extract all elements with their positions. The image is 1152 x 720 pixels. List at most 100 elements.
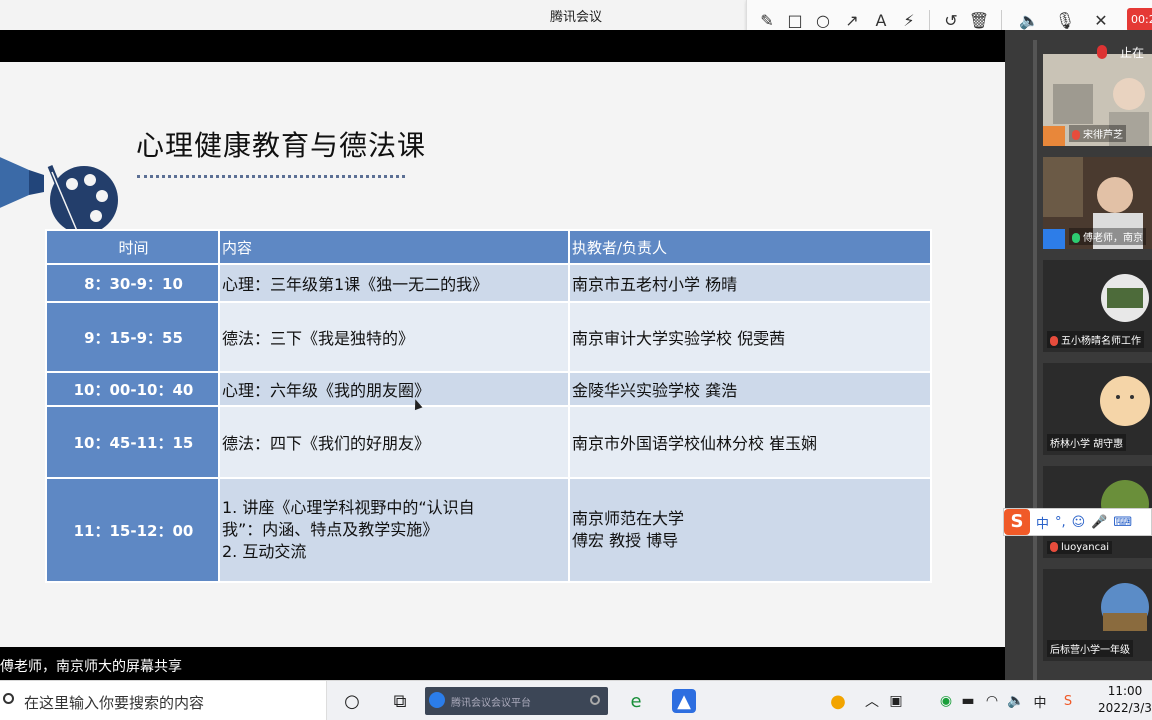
taskbar: 在这里输入你要搜索的内容 ○ ⧉ 腾讯会议会议平台 e ▲ ● ︿ ▣ ◉ ▬ … (0, 680, 1152, 720)
share-banner-text: 傅老师，南京师大的屏幕共享 (0, 659, 182, 675)
table-row: 11：15-12：00 1. 讲座《心理学科视野中的“认识自 我”：内涵、特点及… (45, 477, 932, 583)
screen-share-banner: 傅老师，南京师大的屏幕共享 (0, 647, 1005, 680)
content-cell: 德法：四下《我们的好朋友》 (218, 405, 570, 479)
participant-name: 桥林小学 胡守惠 (1047, 434, 1127, 451)
table-row: 9：15-9：55 德法：三下《我是独特的》 南京审计大学实验学校 倪雯茜 (45, 301, 932, 373)
circle-icon[interactable]: ○ (811, 8, 835, 32)
volume-icon[interactable]: 🔈 (1004, 689, 1028, 713)
rectangle-icon[interactable]: □ (783, 8, 807, 32)
mic-muted-icon (1072, 130, 1080, 140)
magic-wand-icon[interactable]: ⚡ (897, 8, 921, 32)
undo-icon[interactable]: ↺ (939, 8, 963, 32)
content-cell: 1. 讲座《心理学科视野中的“认识自 我”：内涵、特点及教学实施》 2. 互动交… (218, 477, 570, 583)
mic-muted-icon[interactable] (1097, 45, 1107, 59)
battery-icon[interactable]: ▬ (956, 689, 980, 713)
user-icon (1043, 229, 1065, 249)
teacher-cell: 金陵华兴实验学校 龚浩 (568, 371, 932, 407)
time-cell: 10：45-11：15 (45, 405, 220, 479)
time-cell: 8：30-9：10 (45, 263, 220, 303)
tencent-meeting-icon[interactable]: ▲ (672, 689, 696, 713)
security-tray-icon[interactable]: ◉ (934, 689, 958, 713)
table-row: 10：45-11：15 德法：四下《我们的好朋友》 南京市外国语学校仙林分校 崔… (45, 405, 932, 479)
taskbar-search[interactable]: 在这里输入你要搜索的内容 (0, 681, 327, 720)
participant-tile[interactable]: 桥林小学 胡守惠 (1043, 363, 1152, 455)
text-icon[interactable]: A (869, 8, 893, 32)
search-icon (590, 695, 600, 705)
participant-name: 五小杨晴名师工作 (1061, 336, 1141, 347)
punctuation-icon[interactable]: °, (1055, 515, 1066, 530)
close-icon[interactable]: ✕ (1089, 8, 1113, 32)
content-cell: 心理：六年级《我的朋友圈》 (218, 371, 570, 407)
header-time: 时间 (45, 229, 220, 265)
recording-timer[interactable]: 00:2 (1127, 8, 1152, 32)
speaker-icon[interactable]: 🔈 (1017, 8, 1041, 32)
time-cell: 11：15-12：00 (45, 477, 220, 583)
participant-name: 宋徘芦芝 (1083, 130, 1123, 141)
mic-muted-icon (1050, 542, 1058, 552)
browser-taskbar-app[interactable]: 腾讯会议会议平台 (425, 687, 608, 715)
share-top-strip (0, 30, 1005, 62)
emoji-icon[interactable]: ☺ (1072, 515, 1086, 530)
sogou-tray-icon[interactable]: S (1056, 689, 1080, 713)
browser-tab-title: 腾讯会议会议平台 (451, 698, 531, 709)
teacher-line: 南京师范在大学 (572, 509, 685, 528)
input-language-icon[interactable]: 中 (1028, 689, 1052, 713)
search-placeholder: 在这里输入你要搜索的内容 (24, 694, 205, 712)
system-clock[interactable]: 11:00 2022/3/3 (1098, 683, 1152, 717)
participant-tile[interactable]: 傅老师，南京 (1043, 157, 1152, 249)
participant-tile[interactable]: 五小杨晴名师工作 (1043, 260, 1152, 352)
teacher-cell: 南京市外国语学校仙林分校 崔玉娴 (568, 405, 932, 479)
chevron-up-icon[interactable]: ︿ (860, 689, 884, 713)
edge-icon[interactable]: e (624, 689, 648, 713)
clock-time: 11:00 (1107, 684, 1143, 698)
content-line: 我”：内涵、特点及教学实施》 (222, 520, 439, 539)
arrow-icon[interactable]: ↗ (840, 8, 864, 32)
participant-name: 傅老师，南京 (1083, 233, 1143, 244)
slide-title: 心理健康教育与德法课 (136, 129, 427, 162)
ime-mode[interactable]: 中 (1036, 513, 1049, 532)
time-cell: 9：15-9：55 (45, 301, 220, 373)
time-cell: 10：00-10：40 (45, 371, 220, 407)
pen-icon[interactable]: ✎ (755, 8, 779, 32)
shared-slide: 心理健康教育与德法课 时间 内容 执教者/负责人 8：30-9：10 心理：三年… (0, 62, 1005, 647)
tray-app-icon[interactable]: ▣ (884, 689, 908, 713)
teacher-cell: 南京师范在大学 傅宏 教授 博导 (568, 477, 932, 583)
content-cell: 德法：三下《我是独特的》 (218, 301, 570, 373)
table-row: 10：00-10：40 心理：六年级《我的朋友圈》 金陵华兴实验学校 龚浩 (45, 371, 932, 407)
weather-icon[interactable]: ● (826, 689, 850, 713)
header-teacher: 执教者/负责人 (568, 229, 932, 265)
sogou-logo-icon[interactable]: S (1004, 509, 1030, 535)
clock-date: 2022/3/3 (1098, 701, 1152, 715)
wifi-icon[interactable]: ◠ (980, 689, 1004, 713)
panel-scrollbar[interactable] (1033, 40, 1037, 680)
delete-icon[interactable]: 🗑 (967, 8, 991, 32)
mic-icon[interactable]: 🎙 (1053, 8, 1077, 32)
cortana-icon[interactable]: ○ (340, 689, 364, 713)
mic-muted-icon (1050, 336, 1058, 346)
content-cell: 心理：三年级第1课《独一无二的我》 (218, 263, 570, 303)
table-header-row: 时间 内容 执教者/负责人 (45, 229, 932, 265)
content-line: 1. 讲座《心理学科视野中的“认识自 (222, 498, 475, 517)
keyboard-icon[interactable]: ⌨ (1113, 515, 1132, 530)
stop-label[interactable]: 止在 (1120, 44, 1144, 61)
user-icon (1043, 126, 1065, 146)
participant-name: 后标营小学一年级 (1047, 640, 1133, 657)
table-row: 8：30-9：10 心理：三年级第1课《独一无二的我》 南京市五老村小学 杨晴 (45, 263, 932, 303)
mic-on-icon (1072, 233, 1080, 243)
task-view-icon[interactable]: ⧉ (388, 689, 412, 713)
title-underline (137, 175, 405, 178)
participant-tile[interactable]: 后标营小学一年级 (1043, 569, 1152, 661)
screen: 腾讯会议 ✎ □ ○ ↗ A ⚡ ↺ 🗑 🔈 🎙 ✕ 00:2 心理健康教育与德… (0, 0, 1152, 720)
header-content: 内容 (218, 229, 570, 265)
participant-name: luoyancai (1061, 542, 1110, 553)
browser-icon (429, 692, 445, 708)
teacher-line: 傅宏 教授 博导 (572, 531, 679, 550)
participants-panel: 宋徘芦芝 傅老师，南京 五小杨晴名师工作 桥林小学 胡守惠 luoyancai … (1005, 30, 1152, 680)
search-icon (3, 693, 14, 704)
voice-icon[interactable]: 🎤 (1091, 515, 1107, 530)
teacher-cell: 南京市五老村小学 杨晴 (568, 263, 932, 303)
participant-tile[interactable]: 宋徘芦芝 (1043, 54, 1152, 146)
content-line: 2. 互动交流 (222, 542, 307, 561)
ime-toolbar[interactable]: S 中 °, ☺ 🎤 ⌨ (1003, 508, 1152, 536)
teacher-cell: 南京审计大学实验学校 倪雯茜 (568, 301, 932, 373)
